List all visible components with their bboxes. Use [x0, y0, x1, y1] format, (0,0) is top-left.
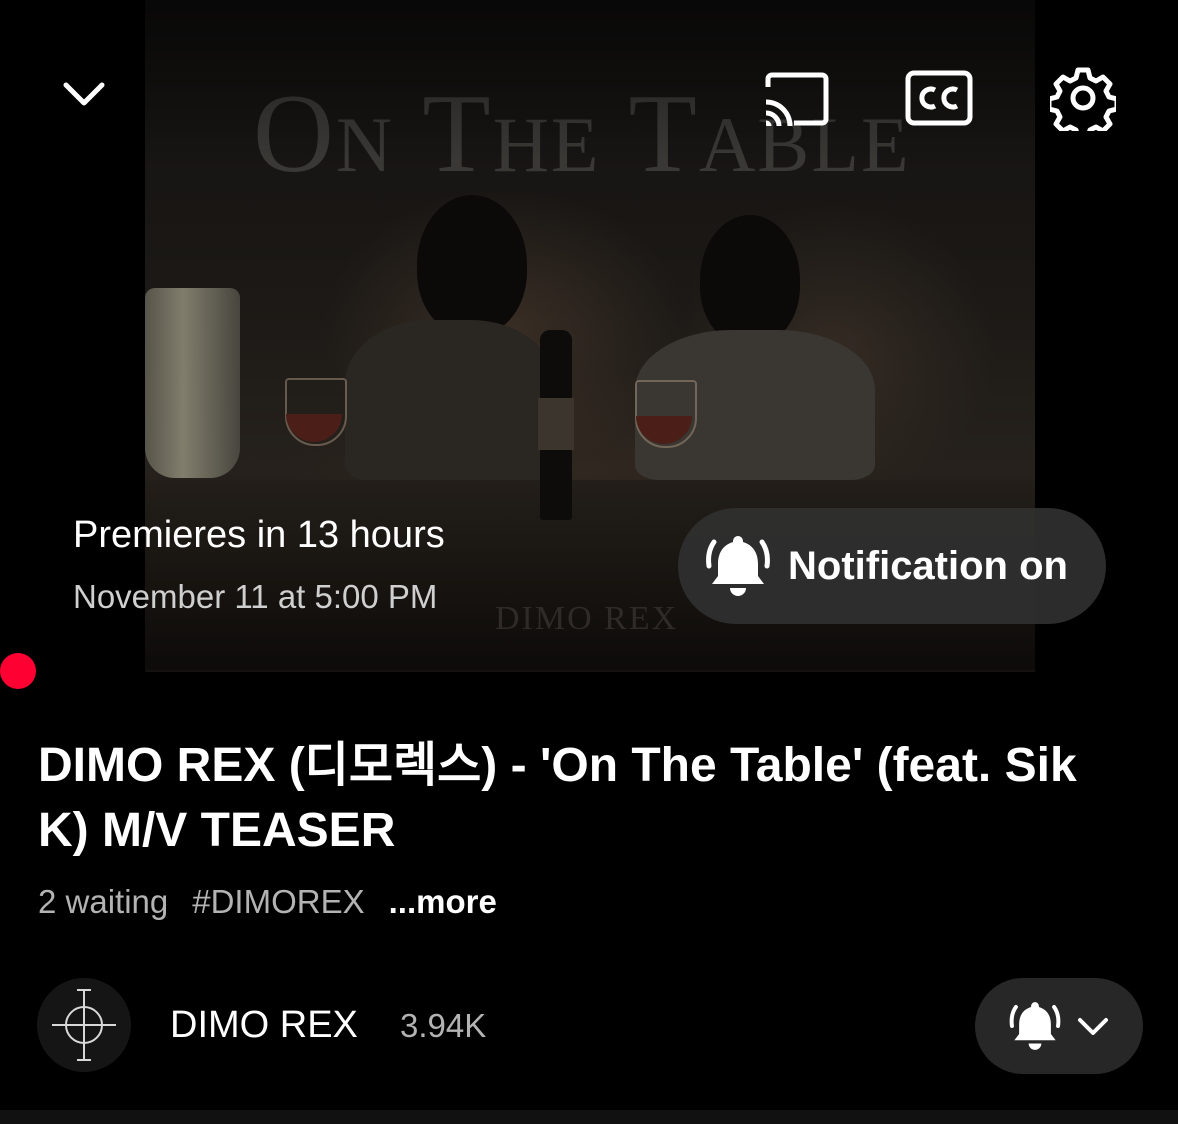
bell-ringing-icon [706, 536, 770, 596]
cast-icon [765, 72, 829, 127]
channel-name[interactable]: DIMO REX [170, 1004, 358, 1047]
subscription-notifications-button[interactable] [975, 978, 1143, 1074]
closed-captions-icon [905, 70, 973, 126]
bell-ringing-icon [1009, 1002, 1061, 1050]
settings-button[interactable] [1047, 62, 1119, 134]
progress-scrubber-dot[interactable] [0, 653, 36, 689]
thumbnail-bottle-label [538, 398, 574, 450]
hashtag-link[interactable]: #DIMOREX [192, 883, 364, 921]
bottom-strip [0, 1110, 1178, 1124]
waiting-count: 2 waiting [38, 883, 169, 920]
thumbnail-figure-left-body [345, 320, 555, 480]
chevron-down-icon [63, 82, 105, 106]
thumbnail-jug [145, 288, 240, 478]
chevron-down-icon [1078, 1018, 1108, 1035]
player-top-gradient [0, 0, 1178, 160]
settings-gear-icon [1050, 67, 1116, 131]
notification-on-button[interactable]: Notification on [678, 508, 1106, 624]
notification-label: Notification on [788, 543, 1068, 588]
video-title: DIMO REX (디모렉스) - 'On The Table' (feat. … [38, 739, 1077, 857]
thumbnail-figure-left-head [417, 195, 527, 335]
channel-row: DIMO REX 3.94K [0, 978, 1178, 1074]
premiere-countdown: Premieres in 13 hours [73, 514, 445, 556]
thumbnail-credit-text: DIMO REX [495, 600, 679, 637]
video-meta-row[interactable]: 2 waiting #DIMOREX ...more [38, 883, 497, 921]
captions-button[interactable] [901, 66, 977, 130]
cast-button[interactable] [757, 66, 833, 132]
thumbnail-figure-right-head [700, 215, 800, 345]
channel-avatar[interactable] [37, 978, 131, 1072]
subscriber-count: 3.94K [400, 1007, 487, 1044]
channel-logo-icon [37, 978, 131, 1072]
minimize-button[interactable] [55, 68, 113, 120]
premiere-date: November 11 at 5:00 PM [73, 578, 438, 615]
more-link[interactable]: ...more [389, 883, 497, 921]
video-player[interactable]: On The Table DIMO REX [0, 0, 1178, 690]
